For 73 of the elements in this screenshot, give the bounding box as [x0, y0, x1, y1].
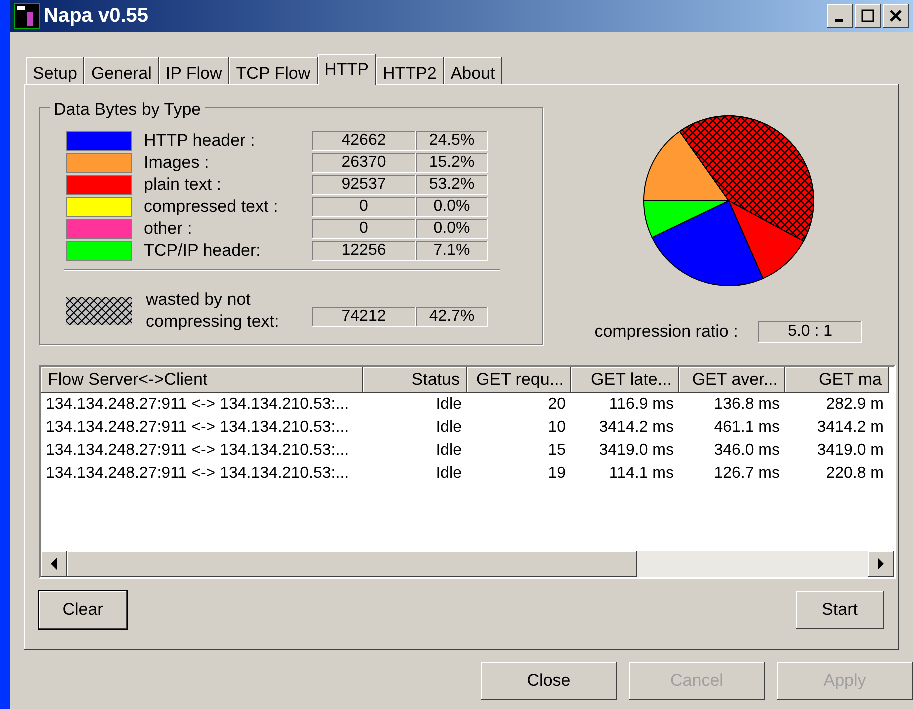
tab[interactable]: Setup [26, 57, 84, 84]
scroll-left-icon[interactable] [41, 551, 67, 577]
percent-value: 0.0% [416, 219, 488, 239]
percent-value: 53.2% [416, 175, 488, 195]
compression-ratio-value: 5.0 : 1 [758, 320, 862, 343]
table-cell-text: 116.9 ms [608, 395, 675, 415]
table-cell-text: 114.1 ms [608, 464, 675, 484]
percent-value: 24.5% [416, 131, 488, 151]
category-label: Images : [143, 153, 210, 173]
column-header[interactable]: GET ma [785, 367, 889, 393]
table-cell-text: 461.1 ms [713, 418, 781, 438]
column-header[interactable]: Flow Server<->Client [41, 367, 363, 393]
category-label: other : [143, 219, 194, 239]
window-title: Napa v0.55 [44, 4, 149, 29]
category-label: HTTP header : [143, 131, 256, 151]
table-cell-text: 3419.0 m [816, 441, 885, 461]
category-label: compressed text : [143, 197, 280, 217]
table-cell-text: 134.134.248.27:911 <-> 134.134.210.53:... [45, 395, 350, 415]
bytes-value: 42662 [312, 131, 416, 151]
column-header[interactable]: Status [363, 367, 467, 393]
bytes-value: 26370 [312, 153, 416, 173]
maximize-icon[interactable] [855, 4, 881, 28]
percent-value: 42.7% [416, 307, 488, 327]
table-cell-text: Idle [435, 464, 463, 484]
push-button[interactable]: Start [796, 591, 884, 629]
table-cell-text: 20 [547, 395, 567, 415]
table-cell-text: 19 [547, 464, 567, 484]
compression-ratio-label: compression ratio : [594, 321, 738, 343]
table-cell-text: 136.8 ms [713, 395, 781, 415]
category-label: wasted by not compressing text: [145, 289, 280, 333]
table-cell-text: 134.134.248.27:911 <-> 134.134.210.53:... [45, 418, 350, 438]
percent-value: 15.2% [416, 153, 488, 173]
table-cell-text: 134.134.248.27:911 <-> 134.134.210.53:... [45, 464, 350, 484]
bytes-value: 0 [312, 197, 416, 217]
column-header[interactable]: GET aver... [679, 367, 785, 393]
tab[interactable]: HTTP [318, 54, 376, 85]
column-header[interactable]: GET requ... [467, 367, 571, 393]
hatch-swatch [66, 297, 132, 325]
bytes-value: 12256 [312, 241, 416, 261]
horizontal-scrollbar[interactable] [41, 551, 894, 577]
table-cell-text: 3414.2 ms [598, 418, 675, 438]
column-header[interactable]: GET late... [571, 367, 679, 393]
table-cell-text: 346.0 ms [713, 441, 781, 461]
table-cell-text: Idle [435, 418, 463, 438]
close-icon[interactable] [883, 4, 909, 28]
category-label: TCP/IP header: [143, 241, 262, 261]
scroll-right-icon[interactable] [868, 551, 894, 577]
tab[interactable]: IP Flow [158, 57, 230, 84]
percent-value: 0.0% [416, 197, 488, 217]
push-button[interactable]: Clear [39, 591, 127, 629]
bytes-value: 0 [312, 219, 416, 239]
tab[interactable]: About [444, 57, 502, 84]
table-cell-text: 3414.2 m [816, 418, 885, 438]
app-icon [14, 3, 40, 29]
tab[interactable]: HTTP2 [376, 57, 444, 84]
scroll-thumb[interactable] [67, 551, 637, 577]
table-cell-text: 220.8 m [825, 464, 885, 484]
table-cell-text: 282.9 m [825, 395, 885, 415]
push-button[interactable]: Close [481, 662, 617, 700]
bytes-value: 92537 [312, 175, 416, 195]
table-cell-text: 134.134.248.27:911 <-> 134.134.210.53:... [45, 441, 350, 461]
table-cell-text: Idle [435, 395, 463, 415]
percent-value: 7.1% [416, 241, 488, 261]
tab[interactable]: TCP Flow [229, 57, 318, 84]
table-cell-text: 10 [547, 418, 567, 438]
minimize-icon[interactable] [827, 4, 853, 28]
table-cell-text: Idle [435, 441, 463, 461]
category-label: plain text : [143, 175, 222, 195]
table-cell-text: 126.7 ms [713, 464, 781, 484]
table-cell-text: 3419.0 ms [598, 441, 675, 461]
table-cell-text: 15 [547, 441, 567, 461]
bytes-value: 74212 [312, 307, 416, 327]
tab[interactable]: General [84, 57, 159, 84]
